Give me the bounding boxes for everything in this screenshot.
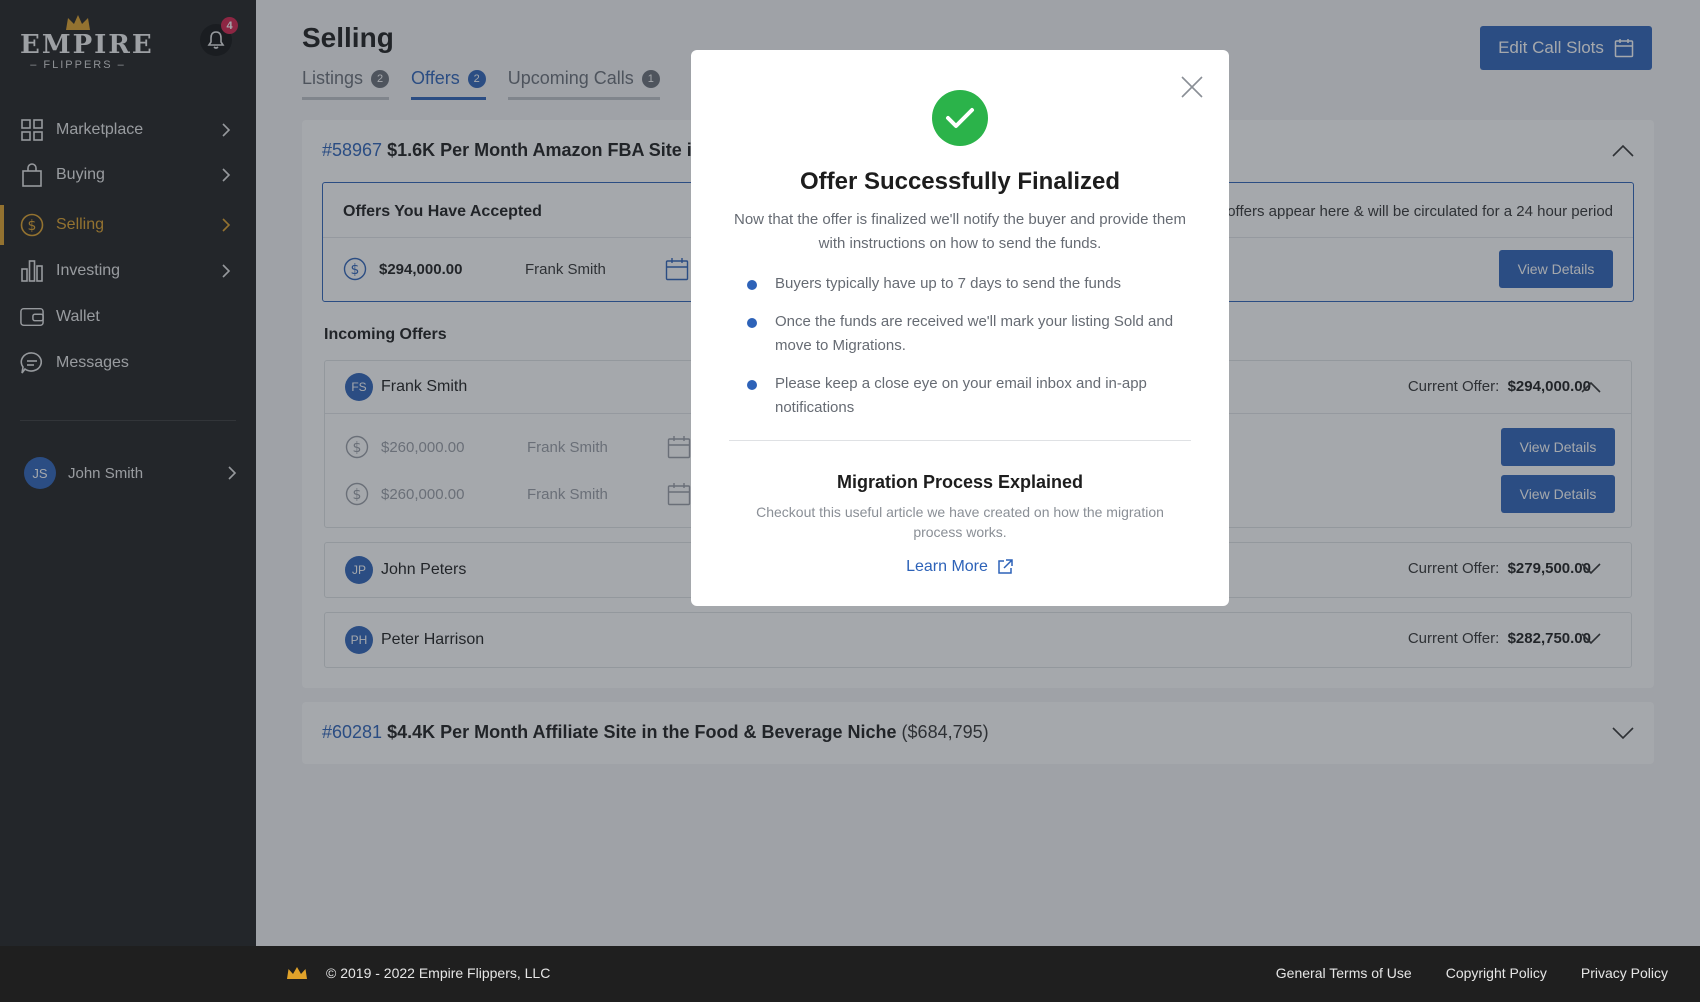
bullet-icon [747,280,757,290]
migration-title: Migration Process Explained [836,472,1084,492]
footer: © 2019 - 2022 Empire Flippers, LLC Gener… [256,946,1700,1002]
modal-description: Now that the offer is finalized we'll no… [734,211,1186,252]
offer-finalized-modal: Offer Successfully Finalized Now that th… [691,50,1229,606]
copyright: © 2019 - 2022 Empire Flippers, LLC [326,965,551,981]
list-item: Once the funds are received we'll mark y… [747,310,1187,358]
close-icon[interactable] [1181,76,1203,98]
success-check-icon [932,90,988,146]
bullet-icon [747,318,757,328]
bullet-icon [747,380,757,390]
footer-link-privacy[interactable]: Privacy Policy [1581,965,1668,981]
migration-description: Checkout this useful article we have cre… [756,504,1164,540]
external-link-icon [998,559,1013,574]
modal-bullets: Buyers typically have up to 7 days to se… [747,272,1187,434]
footer-link-terms[interactable]: General Terms of Use [1276,965,1412,981]
learn-more-link[interactable]: Learn More [691,558,1229,576]
modal-title: Offer Successfully Finalized [799,168,1121,195]
footer-link-copyright[interactable]: Copyright Policy [1446,965,1547,981]
divider [729,440,1191,441]
list-item: Buyers typically have up to 7 days to se… [747,272,1187,296]
list-item: Please keep a close eye on your email in… [747,372,1187,420]
crown-icon [287,967,307,979]
footer-links: General Terms of Use Copyright Policy Pr… [1276,965,1668,981]
